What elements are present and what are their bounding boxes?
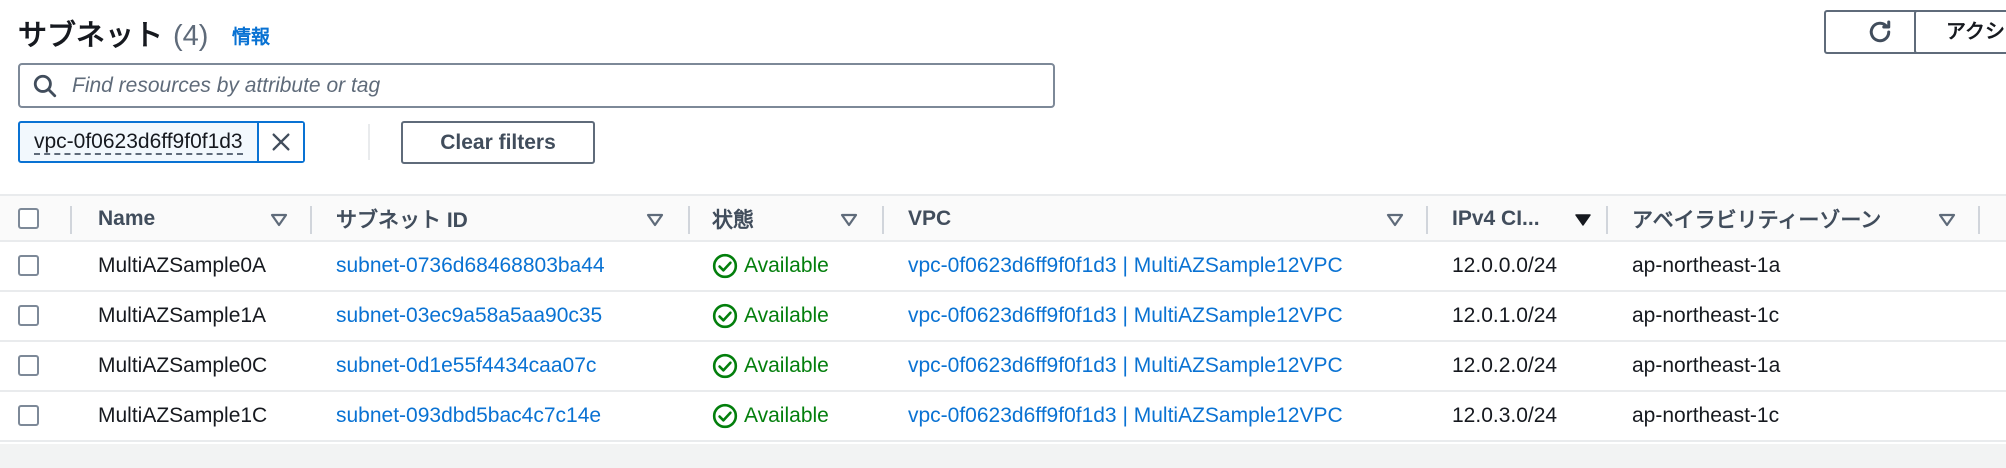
sort-icon[interactable] <box>1386 213 1404 227</box>
table-row[interactable]: MultiAZSample0C subnet-0d1e55f4434caa07c… <box>0 342 2006 392</box>
row-checkbox[interactable] <box>18 255 39 276</box>
page-title: サブネット (4) <box>18 12 208 54</box>
column-header-vpc[interactable]: VPC <box>908 196 1408 242</box>
status-badge: Available <box>712 342 829 390</box>
column-header-label: Name <box>98 207 156 230</box>
subnet-id-link[interactable]: subnet-093dbd5bac4c7c14e <box>336 404 601 428</box>
status-label: Available <box>744 404 829 427</box>
refresh-icon <box>1869 20 1891 43</box>
sort-icon[interactable] <box>270 213 288 227</box>
cell-ipv4-cidr: 12.0.0.0/24 <box>1452 254 1558 277</box>
table-header: Name サブネット ID 状態 VPC IPv4 CI... アベイラビリティ… <box>0 194 2006 242</box>
search-input[interactable] <box>72 73 972 98</box>
vpc-link[interactable]: vpc-0f0623d6ff9f0f1d3 | MultiAZSample12V… <box>908 254 1343 278</box>
check-circle-icon <box>712 303 738 329</box>
filter-token-remove-button[interactable] <box>258 123 303 161</box>
page-title-text: サブネット <box>18 20 164 52</box>
table-row[interactable]: MultiAZSample1A subnet-03ec9a58a5aa90c35… <box>0 292 2006 342</box>
column-header-label: 状態 <box>712 209 754 232</box>
clear-filters-button[interactable]: Clear filters <box>401 121 595 164</box>
sort-descending-icon[interactable] <box>1574 213 1592 227</box>
sort-icon[interactable] <box>1938 213 1956 227</box>
page-header: サブネット (4) 情報 アクシ vpc-0f0623d6ff9f0f1d3 Cl… <box>0 0 2006 190</box>
column-separator <box>882 206 884 234</box>
status-badge: Available <box>712 392 829 440</box>
column-header-label: VPC <box>908 207 952 230</box>
column-separator <box>70 206 72 234</box>
check-circle-icon <box>712 403 738 429</box>
vpc-link[interactable]: vpc-0f0623d6ff9f0f1d3 | MultiAZSample12V… <box>908 404 1343 428</box>
cell-ipv4-cidr: 12.0.1.0/24 <box>1452 304 1558 327</box>
column-header-state[interactable]: 状態 <box>712 196 862 242</box>
status-badge: Available <box>712 292 829 340</box>
select-all-checkbox[interactable] <box>18 208 39 229</box>
filter-divider <box>368 124 370 160</box>
status-label: Available <box>744 254 829 277</box>
close-icon <box>272 133 290 151</box>
table-body: MultiAZSample0A subnet-0736d68468803ba44… <box>0 242 2006 442</box>
row-checkbox[interactable] <box>18 355 39 376</box>
cell-name: MultiAZSample1C <box>98 404 268 427</box>
column-header-label: IPv4 CI... <box>1452 207 1540 230</box>
row-checkbox[interactable] <box>18 405 39 426</box>
filter-token: vpc-0f0623d6ff9f0f1d3 <box>18 121 305 163</box>
cell-availability-zone: ap-northeast-1a <box>1632 354 1781 377</box>
cell-name: MultiAZSample0C <box>98 354 268 377</box>
subnets-table: Name サブネット ID 状態 VPC IPv4 CI... アベイラビリティ… <box>0 194 2006 442</box>
column-separator <box>310 206 312 234</box>
info-link[interactable]: 情報 <box>232 22 270 49</box>
filter-token-label[interactable]: vpc-0f0623d6ff9f0f1d3 <box>20 123 259 161</box>
cell-name: MultiAZSample0A <box>98 254 267 277</box>
table-footer <box>0 444 2006 468</box>
vpc-link[interactable]: vpc-0f0623d6ff9f0f1d3 | MultiAZSample12V… <box>908 354 1343 378</box>
check-circle-icon <box>712 253 738 279</box>
subnet-id-link[interactable]: subnet-03ec9a58a5aa90c35 <box>336 304 602 328</box>
column-header-ipv4-cidr[interactable]: IPv4 CI... <box>1452 196 1592 242</box>
column-separator <box>1606 206 1608 234</box>
check-circle-icon <box>712 353 738 379</box>
actions-button[interactable]: アクシ <box>1914 10 2006 54</box>
vpc-link[interactable]: vpc-0f0623d6ff9f0f1d3 | MultiAZSample12V… <box>908 304 1343 328</box>
cell-availability-zone: ap-northeast-1c <box>1632 304 1780 327</box>
sort-icon[interactable] <box>840 213 858 227</box>
column-header-availability-zone[interactable]: アベイラビリティーゾーン <box>1632 196 1962 242</box>
column-header-subnet-id[interactable]: サブネット ID <box>336 196 666 242</box>
filter-token-text: vpc-0f0623d6ff9f0f1d3 <box>34 130 243 155</box>
column-header-label: アベイラビリティーゾーン <box>1632 209 1882 232</box>
column-header-label: サブネット ID <box>336 209 468 232</box>
status-label: Available <box>744 304 829 327</box>
row-checkbox[interactable] <box>18 305 39 326</box>
cell-availability-zone: ap-northeast-1c <box>1632 404 1780 427</box>
cell-ipv4-cidr: 12.0.2.0/24 <box>1452 354 1558 377</box>
column-header-name[interactable]: Name <box>98 196 288 242</box>
cell-ipv4-cidr: 12.0.3.0/24 <box>1452 404 1558 427</box>
cell-name: MultiAZSample1A <box>98 304 267 327</box>
column-separator <box>1978 206 1980 234</box>
column-separator <box>1426 206 1428 234</box>
subnet-id-link[interactable]: subnet-0736d68468803ba44 <box>336 254 605 278</box>
table-row[interactable]: MultiAZSample1C subnet-093dbd5bac4c7c14e… <box>0 392 2006 442</box>
cell-availability-zone: ap-northeast-1a <box>1632 254 1781 277</box>
sort-icon[interactable] <box>646 213 664 227</box>
search-icon <box>33 74 57 97</box>
resource-count: (4) <box>173 20 209 52</box>
subnet-id-link[interactable]: subnet-0d1e55f4434caa07c <box>336 354 596 378</box>
status-label: Available <box>744 354 829 377</box>
status-badge: Available <box>712 242 829 290</box>
table-row[interactable]: MultiAZSample0A subnet-0736d68468803ba44… <box>0 242 2006 292</box>
column-separator <box>688 206 690 234</box>
search-bar[interactable] <box>18 63 1055 108</box>
